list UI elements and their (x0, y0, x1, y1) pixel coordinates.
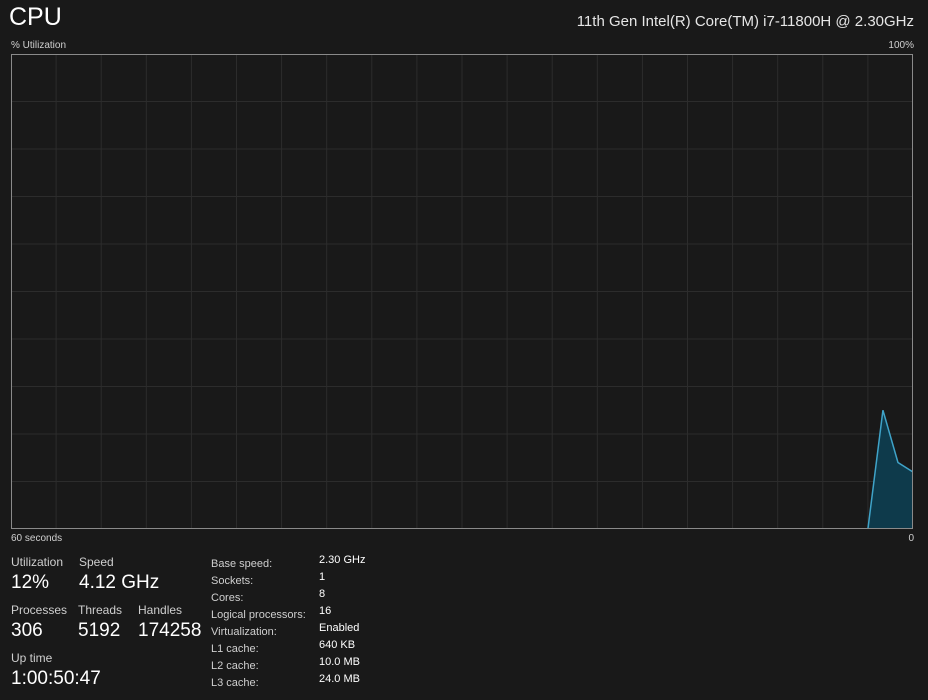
uptime-value: 1:00:50:47 (11, 668, 101, 689)
cpu-model-name: 11th Gen Intel(R) Core(TM) i7-11800H @ 2… (576, 13, 914, 30)
detail-row: L3 cache: 24.0 MB (211, 673, 381, 691)
x-left-label: 60 seconds (11, 533, 63, 544)
threads-label: Threads (78, 603, 123, 617)
speed-value: 4.12 GHz (79, 572, 160, 593)
utilization-value: 12% (11, 572, 50, 593)
x-right-label: 0 (908, 533, 914, 544)
detail-key: Sockets: (211, 575, 254, 587)
detail-key: Virtualization: (211, 626, 277, 638)
detail-row: L2 cache: 10.0 MB (211, 656, 381, 674)
detail-key: L2 cache: (211, 660, 259, 672)
detail-row: Cores: 8 (211, 588, 381, 606)
detail-key: Cores: (211, 592, 244, 604)
detail-key: Logical processors: (211, 609, 306, 621)
graph-grid (11, 54, 913, 529)
detail-value: 8 (319, 588, 326, 600)
detail-value: 24.0 MB (319, 673, 360, 685)
speed-label: Speed (79, 555, 114, 569)
detail-row: Sockets: 1 (211, 571, 381, 589)
detail-value: 1 (319, 571, 326, 583)
page-title: CPU (9, 3, 62, 31)
detail-key: L3 cache: (211, 677, 259, 689)
detail-key: L1 cache: (211, 643, 259, 655)
detail-row: Base speed: 2.30 GHz (211, 554, 381, 572)
detail-row: Logical processors: 16 (211, 605, 381, 623)
detail-value: 10.0 MB (319, 656, 360, 668)
processes-label: Processes (11, 603, 68, 617)
y-axis-label: % Utilization (11, 40, 67, 51)
detail-value: 2.30 GHz (319, 554, 366, 566)
cpu-utilization-graph (11, 54, 913, 529)
detail-key: Base speed: (211, 558, 273, 570)
detail-value: Enabled (319, 622, 360, 634)
handles-value: 174258 (138, 620, 202, 641)
detail-row: Virtualization: Enabled (211, 622, 381, 640)
threads-value: 5192 (78, 620, 121, 641)
y-max-label: 100% (888, 40, 914, 51)
detail-row: L1 cache: 640 KB (211, 639, 381, 657)
handles-label: Handles (138, 603, 183, 617)
uptime-label: Up time (11, 651, 53, 665)
detail-value: 640 KB (319, 639, 356, 651)
processes-value: 306 (11, 620, 43, 641)
detail-value: 16 (319, 605, 332, 617)
utilization-label: Utilization (11, 555, 64, 569)
